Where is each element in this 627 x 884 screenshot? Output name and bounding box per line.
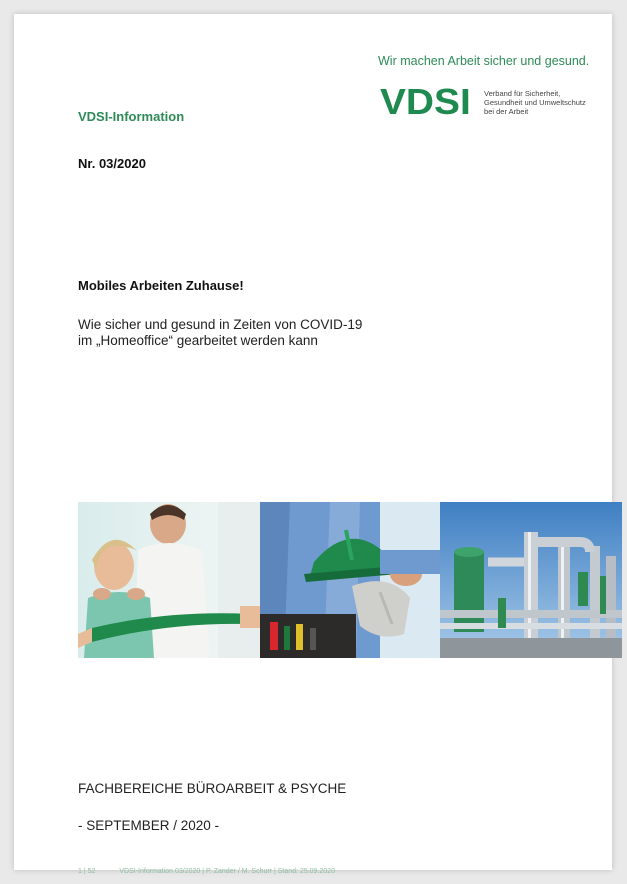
subtitle-line: im „Homeoffice“ gearbeitet werden kann	[78, 333, 318, 348]
vdsi-logo: VDSI Verband für Sicherheit, Gesundheit …	[380, 82, 586, 122]
photo-strip	[78, 502, 622, 658]
departments-heading: FACHBEREICHE BÜROARBEIT & PSYCHE	[78, 781, 347, 796]
logo-mark: VDSI	[380, 81, 471, 122]
tagline: Wir machen Arbeit sicher und gesund.	[378, 54, 590, 68]
industrial-pipes-photo	[440, 502, 622, 658]
series-label: VDSI-Information	[78, 109, 185, 124]
logo-text: Verband für Sicherheit, Gesundheit und U…	[484, 89, 586, 116]
physiotherapy-photo	[78, 502, 260, 658]
page-footer: 1 | 52 VDSI-Information 03/2020 | P. Zand…	[78, 868, 359, 875]
issue-number: Nr. 03/2020	[78, 156, 146, 171]
document-page: Wir machen Arbeit sicher und gesund. VDS…	[14, 14, 622, 875]
page-number: 1 | 52	[78, 868, 96, 875]
date-line: - SEPTEMBER / 2020 -	[78, 818, 220, 833]
headline: Mobiles Arbeiten Zuhause!	[78, 278, 244, 293]
logo-line: Gesundheit und Umweltschutz	[484, 97, 586, 107]
worker-helmet-photo	[260, 502, 440, 658]
logo-line: Verband für Sicherheit,	[484, 88, 561, 98]
footer-info: VDSI-Information 03/2020 | P. Zander / M…	[119, 868, 335, 875]
subtitle: Wie sicher und gesund in Zeiten von COVI…	[78, 317, 478, 349]
subtitle-line: Wie sicher und gesund in Zeiten von COVI…	[78, 317, 363, 332]
logo-line: bei der Arbeit	[484, 106, 529, 116]
